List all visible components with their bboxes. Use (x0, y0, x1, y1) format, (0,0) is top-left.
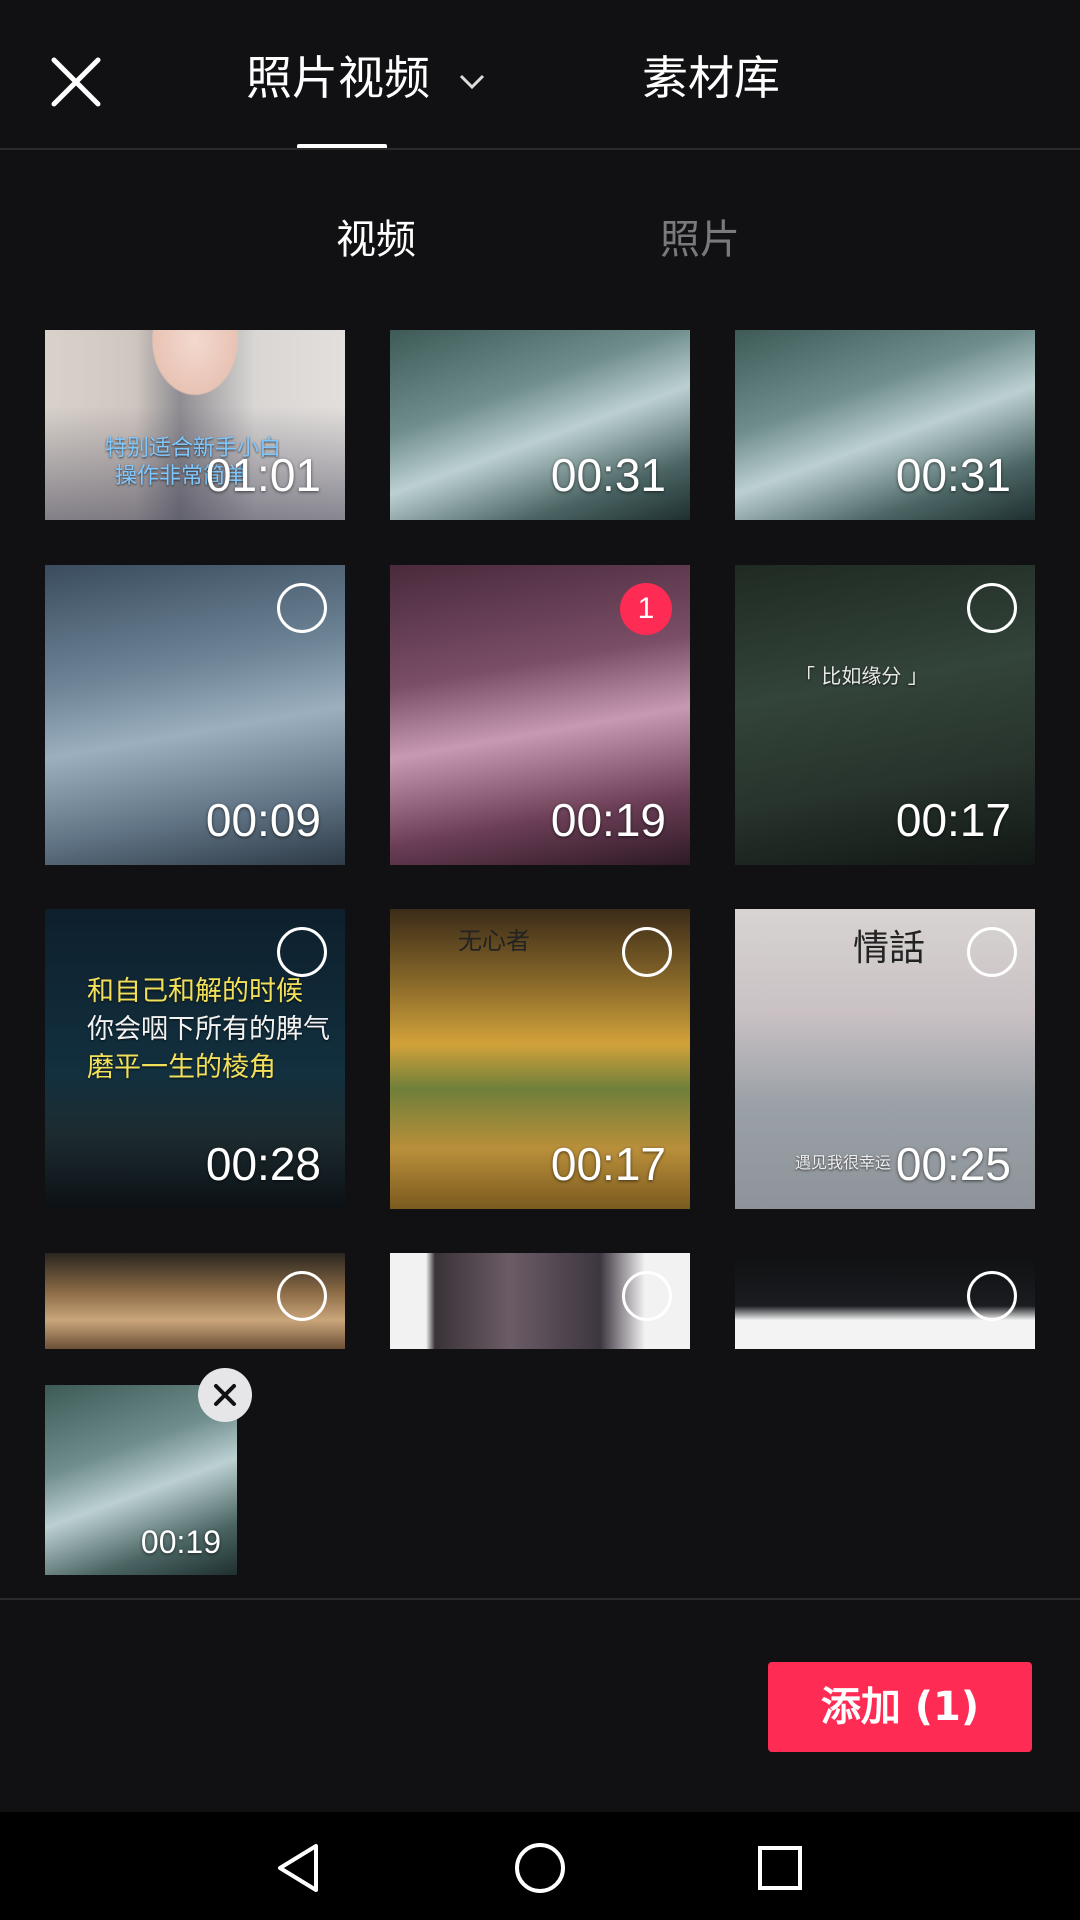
grid-item-2[interactable]: 00:31 (390, 330, 690, 520)
video-duration: 00:19 (140, 1524, 221, 1560)
video-duration: 00:28 (205, 1138, 321, 1190)
thumb-caption-line: 遇见我很幸运 (795, 1153, 892, 1172)
video-duration: 00:31 (550, 449, 666, 501)
chevron-down-icon (459, 74, 484, 89)
tab-material-library[interactable]: 素材库 (642, 46, 780, 110)
grid-item-8[interactable]: 无心者 00:17 (390, 909, 690, 1209)
subtab-photos-label: 照片 (660, 217, 740, 263)
close-icon (214, 1384, 236, 1406)
grid-item-12[interactable] (735, 1253, 1035, 1349)
system-navigation-bar (0, 1812, 1080, 1920)
thumb-caption-line: 无心者 (458, 927, 530, 955)
thumb-caption-line: 和自己和解的时候 (87, 976, 303, 1007)
grid-item-4[interactable]: 00:09 (45, 565, 345, 865)
select-circle[interactable] (967, 927, 1017, 977)
thumb-caption-line: 「 比如缘分 」 (795, 664, 928, 688)
back-icon[interactable] (272, 1840, 328, 1896)
subtab-videos[interactable]: 视频 (336, 212, 416, 268)
select-circle[interactable] (277, 927, 327, 977)
recents-icon[interactable] (752, 1840, 808, 1896)
grid-item-1[interactable]: 特别适合新手小白 操作非常简单 01:01 (45, 330, 345, 520)
select-circle[interactable] (622, 1271, 672, 1321)
select-circle[interactable] (622, 927, 672, 977)
select-circle[interactable] (967, 583, 1017, 633)
selected-order-badge[interactable]: 1 (620, 583, 672, 635)
grid-item-11[interactable] (390, 1253, 690, 1349)
video-duration: 01:01 (205, 449, 321, 501)
grid-item-10[interactable] (45, 1253, 345, 1349)
thumb-caption-line: 你会咽下所有的脾气 (87, 1014, 330, 1045)
video-duration: 00:19 (550, 794, 666, 846)
close-button[interactable] (44, 50, 108, 114)
video-duration: 00:25 (895, 1138, 1011, 1190)
select-circle[interactable] (277, 583, 327, 633)
add-button[interactable]: 添加 (1) (768, 1662, 1032, 1752)
home-icon[interactable] (512, 1840, 568, 1896)
thumb-caption-line: 情話 (853, 928, 926, 969)
select-circle[interactable] (967, 1271, 1017, 1321)
video-duration: 00:09 (205, 794, 321, 846)
grid-item-3[interactable]: 00:31 (735, 330, 1035, 520)
video-duration: 00:17 (550, 1138, 666, 1190)
tab-photos-videos[interactable]: 照片视频 (246, 46, 487, 110)
video-duration: 00:17 (895, 794, 1011, 846)
grid-item-7[interactable]: 和自己和解的时候 你会咽下所有的脾气 磨平一生的棱角 00:28 (45, 909, 345, 1209)
header-divider (0, 148, 1080, 150)
video-duration: 00:31 (895, 449, 1011, 501)
tab-photos-videos-label: 照片视频 (246, 51, 430, 105)
thumb-caption-line: 磨平一生的棱角 (87, 1052, 276, 1083)
grid-item-5[interactable]: 1 00:19 (390, 565, 690, 865)
close-icon (51, 57, 101, 107)
remove-selected-button[interactable] (198, 1368, 252, 1422)
subtab-videos-label: 视频 (336, 217, 416, 263)
grid-item-9[interactable]: 情話 遇见我很幸运 00:25 (735, 909, 1035, 1209)
tray-divider (0, 1598, 1080, 1600)
select-circle[interactable] (277, 1271, 327, 1321)
tab-material-library-label: 素材库 (642, 51, 780, 105)
subtab-photos[interactable]: 照片 (660, 212, 740, 268)
grid-item-6[interactable]: 「 比如缘分 」 00:17 (735, 565, 1035, 865)
